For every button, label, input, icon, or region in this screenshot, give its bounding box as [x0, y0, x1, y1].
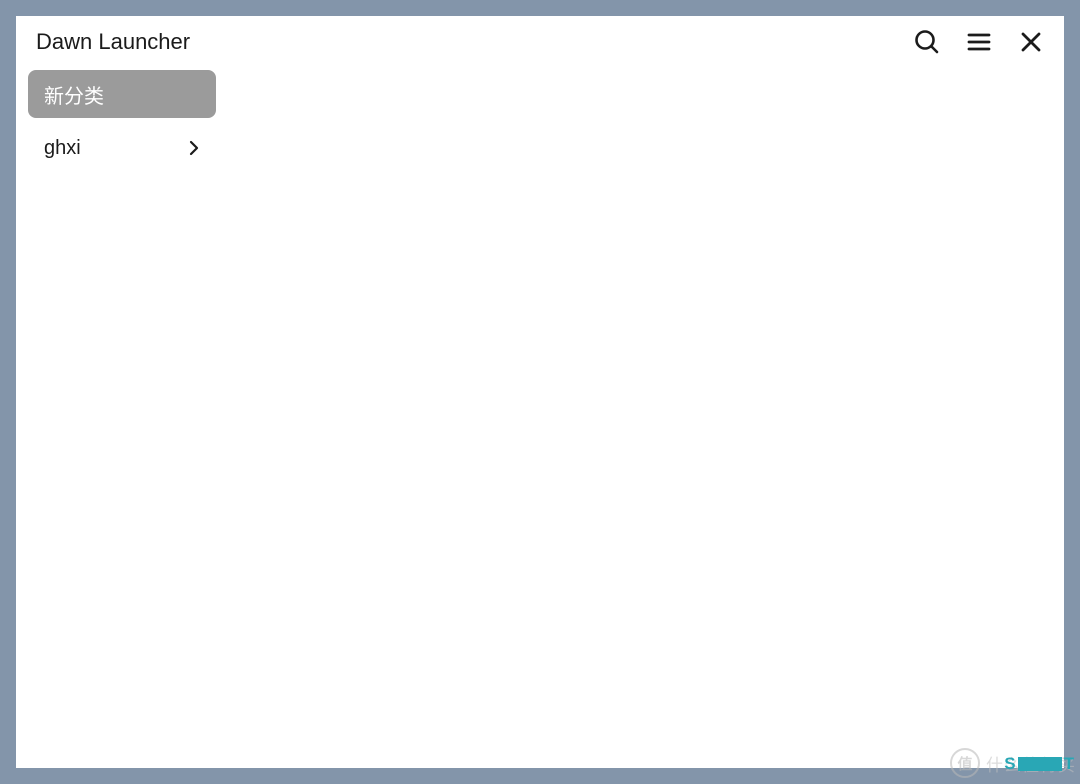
body-area: 新分类 ghxi — [16, 68, 1064, 768]
hamburger-icon — [966, 29, 992, 55]
search-icon — [914, 29, 940, 55]
sidebar: 新分类 ghxi — [16, 68, 216, 768]
close-icon — [1019, 30, 1043, 54]
chevron-right-icon — [188, 140, 200, 156]
sidebar-item-new-category[interactable]: 新分类 — [28, 70, 216, 118]
search-button[interactable] — [912, 27, 942, 57]
titlebar-actions — [912, 27, 1046, 57]
titlebar: Dawn Launcher — [16, 16, 1064, 68]
close-button[interactable] — [1016, 27, 1046, 57]
sidebar-item-label: ghxi — [44, 137, 81, 160]
watermark-badge-right: T — [1064, 754, 1074, 774]
sidebar-item-label: 新分类 — [44, 80, 104, 109]
menu-button[interactable] — [964, 27, 994, 57]
main-content — [216, 68, 1064, 768]
app-title: Dawn Launcher — [36, 29, 912, 55]
sidebar-item-ghxi[interactable]: ghxi — [28, 124, 216, 172]
app-window: Dawn Launcher — [16, 16, 1064, 768]
